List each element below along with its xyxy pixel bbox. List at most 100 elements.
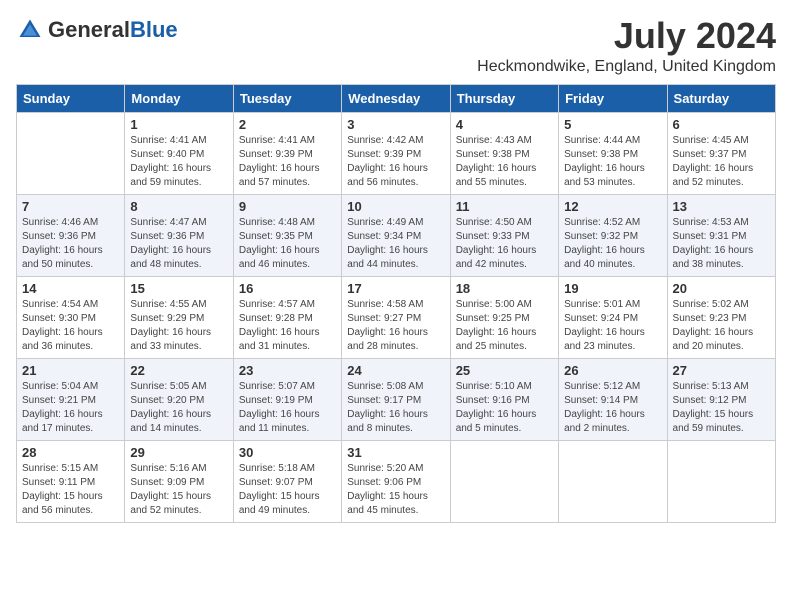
day-number: 29 <box>130 445 227 460</box>
day-number: 24 <box>347 363 444 378</box>
day-info: Sunrise: 5:05 AM Sunset: 9:20 PM Dayligh… <box>130 380 227 436</box>
day-info: Sunrise: 4:49 AM Sunset: 9:34 PM Dayligh… <box>347 216 444 272</box>
calendar-cell: 18Sunrise: 5:00 AM Sunset: 9:25 PM Dayli… <box>450 276 558 358</box>
calendar-cell: 7Sunrise: 4:46 AM Sunset: 9:36 PM Daylig… <box>17 194 125 276</box>
day-number: 17 <box>347 281 444 296</box>
day-info: Sunrise: 4:42 AM Sunset: 9:39 PM Dayligh… <box>347 134 444 190</box>
day-info: Sunrise: 5:15 AM Sunset: 9:11 PM Dayligh… <box>22 462 119 518</box>
day-info: Sunrise: 5:20 AM Sunset: 9:06 PM Dayligh… <box>347 462 444 518</box>
logo: GeneralBlue <box>16 16 178 44</box>
day-number: 30 <box>239 445 336 460</box>
title-area: July 2024 Heckmondwike, England, United … <box>477 16 776 76</box>
day-info: Sunrise: 4:55 AM Sunset: 9:29 PM Dayligh… <box>130 298 227 354</box>
calendar-cell: 29 Sunrise: 5:16 AM Sunset: 9:09 PM Dayli… <box>125 440 233 522</box>
calendar-week-row: 14Sunrise: 4:54 AM Sunset: 9:30 PM Dayli… <box>17 276 776 358</box>
calendar-cell: 14Sunrise: 4:54 AM Sunset: 9:30 PM Dayli… <box>17 276 125 358</box>
calendar-cell <box>17 112 125 194</box>
column-header-tuesday: Tuesday <box>233 84 341 112</box>
day-info: Sunrise: 4:53 AM Sunset: 9:31 PM Dayligh… <box>673 216 770 272</box>
day-info: Sunrise: 4:58 AM Sunset: 9:27 PM Dayligh… <box>347 298 444 354</box>
day-info: Sunrise: 4:44 AM Sunset: 9:38 PM Dayligh… <box>564 134 661 190</box>
day-number: 6 <box>673 117 770 132</box>
calendar-cell: 30 Sunrise: 5:18 AM Sunset: 9:07 PM Dayli… <box>233 440 341 522</box>
day-info: Sunrise: 5:10 AM Sunset: 9:16 PM Dayligh… <box>456 380 553 436</box>
day-number: 21 <box>22 363 119 378</box>
day-info: Sunrise: 5:04 AM Sunset: 9:21 PM Dayligh… <box>22 380 119 436</box>
day-number: 11 <box>456 199 553 214</box>
day-number: 20 <box>673 281 770 296</box>
day-number: 9 <box>239 199 336 214</box>
day-info: Sunrise: 5:02 AM Sunset: 9:23 PM Dayligh… <box>673 298 770 354</box>
calendar-cell: 2 Sunrise: 4:41 AM Sunset: 9:39 PM Daylig… <box>233 112 341 194</box>
day-number: 19 <box>564 281 661 296</box>
calendar-week-row: 21 Sunrise: 5:04 AM Sunset: 9:21 PM Dayli… <box>17 358 776 440</box>
day-number: 3 <box>347 117 444 132</box>
day-info: Sunrise: 5:16 AM Sunset: 9:09 PM Dayligh… <box>130 462 227 518</box>
day-number: 13 <box>673 199 770 214</box>
calendar-cell: 17 Sunrise: 4:58 AM Sunset: 9:27 PM Dayli… <box>342 276 450 358</box>
day-number: 14 <box>22 281 119 296</box>
calendar-week-row: 28 Sunrise: 5:15 AM Sunset: 9:11 PM Dayli… <box>17 440 776 522</box>
calendar-week-row: 7Sunrise: 4:46 AM Sunset: 9:36 PM Daylig… <box>17 194 776 276</box>
calendar-cell: 16 Sunrise: 4:57 AM Sunset: 9:28 PM Dayli… <box>233 276 341 358</box>
logo-general-text: GeneralBlue <box>48 19 178 42</box>
logo-icon <box>16 16 44 44</box>
day-number: 26 <box>564 363 661 378</box>
day-number: 22 <box>130 363 227 378</box>
calendar-cell: 24Sunrise: 5:08 AM Sunset: 9:17 PM Dayli… <box>342 358 450 440</box>
calendar-body: 1 Sunrise: 4:41 AM Sunset: 9:40 PM Daylig… <box>17 112 776 522</box>
calendar-table: SundayMondayTuesdayWednesdayThursdayFrid… <box>16 84 776 523</box>
calendar-cell: 4 Sunrise: 4:43 AM Sunset: 9:38 PM Daylig… <box>450 112 558 194</box>
day-info: Sunrise: 4:43 AM Sunset: 9:38 PM Dayligh… <box>456 134 553 190</box>
calendar-cell <box>667 440 775 522</box>
day-number: 15 <box>130 281 227 296</box>
day-info: Sunrise: 5:18 AM Sunset: 9:07 PM Dayligh… <box>239 462 336 518</box>
calendar-cell: 22 Sunrise: 5:05 AM Sunset: 9:20 PM Dayli… <box>125 358 233 440</box>
calendar-cell: 5 Sunrise: 4:44 AM Sunset: 9:38 PM Daylig… <box>559 112 667 194</box>
calendar-week-row: 1 Sunrise: 4:41 AM Sunset: 9:40 PM Daylig… <box>17 112 776 194</box>
day-number: 5 <box>564 117 661 132</box>
column-header-wednesday: Wednesday <box>342 84 450 112</box>
calendar-cell: 3 Sunrise: 4:42 AM Sunset: 9:39 PM Daylig… <box>342 112 450 194</box>
day-number: 1 <box>130 117 227 132</box>
calendar-cell: 28 Sunrise: 5:15 AM Sunset: 9:11 PM Dayli… <box>17 440 125 522</box>
day-number: 2 <box>239 117 336 132</box>
column-header-monday: Monday <box>125 84 233 112</box>
day-number: 31 <box>347 445 444 460</box>
day-number: 10 <box>347 199 444 214</box>
day-number: 23 <box>239 363 336 378</box>
day-info: Sunrise: 5:07 AM Sunset: 9:19 PM Dayligh… <box>239 380 336 436</box>
day-info: Sunrise: 4:52 AM Sunset: 9:32 PM Dayligh… <box>564 216 661 272</box>
calendar-cell: 10 Sunrise: 4:49 AM Sunset: 9:34 PM Dayli… <box>342 194 450 276</box>
page-header: GeneralBlue July 2024 Heckmondwike, Engl… <box>16 16 776 76</box>
day-number: 4 <box>456 117 553 132</box>
calendar-cell: 15 Sunrise: 4:55 AM Sunset: 9:29 PM Dayli… <box>125 276 233 358</box>
calendar-header-row: SundayMondayTuesdayWednesdayThursdayFrid… <box>17 84 776 112</box>
calendar-cell <box>559 440 667 522</box>
day-info: Sunrise: 4:47 AM Sunset: 9:36 PM Dayligh… <box>130 216 227 272</box>
day-info: Sunrise: 4:41 AM Sunset: 9:39 PM Dayligh… <box>239 134 336 190</box>
calendar-cell: 23 Sunrise: 5:07 AM Sunset: 9:19 PM Dayli… <box>233 358 341 440</box>
calendar-cell: 31 Sunrise: 5:20 AM Sunset: 9:06 PM Dayli… <box>342 440 450 522</box>
calendar-cell: 20 Sunrise: 5:02 AM Sunset: 9:23 PM Dayli… <box>667 276 775 358</box>
column-header-sunday: Sunday <box>17 84 125 112</box>
column-header-friday: Friday <box>559 84 667 112</box>
day-number: 18 <box>456 281 553 296</box>
calendar-cell: 12 Sunrise: 4:52 AM Sunset: 9:32 PM Dayli… <box>559 194 667 276</box>
day-info: Sunrise: 4:41 AM Sunset: 9:40 PM Dayligh… <box>130 134 227 190</box>
day-info: Sunrise: 4:48 AM Sunset: 9:35 PM Dayligh… <box>239 216 336 272</box>
calendar-cell: 6 Sunrise: 4:45 AM Sunset: 9:37 PM Daylig… <box>667 112 775 194</box>
calendar-cell: 13 Sunrise: 4:53 AM Sunset: 9:31 PM Dayli… <box>667 194 775 276</box>
day-number: 25 <box>456 363 553 378</box>
column-header-saturday: Saturday <box>667 84 775 112</box>
day-info: Sunrise: 4:45 AM Sunset: 9:37 PM Dayligh… <box>673 134 770 190</box>
day-number: 28 <box>22 445 119 460</box>
calendar-cell: 8Sunrise: 4:47 AM Sunset: 9:36 PM Daylig… <box>125 194 233 276</box>
day-info: Sunrise: 4:46 AM Sunset: 9:36 PM Dayligh… <box>22 216 119 272</box>
day-info: Sunrise: 4:57 AM Sunset: 9:28 PM Dayligh… <box>239 298 336 354</box>
day-number: 27 <box>673 363 770 378</box>
day-number: 16 <box>239 281 336 296</box>
calendar-cell: 26Sunrise: 5:12 AM Sunset: 9:14 PM Dayli… <box>559 358 667 440</box>
day-info: Sunrise: 4:50 AM Sunset: 9:33 PM Dayligh… <box>456 216 553 272</box>
day-number: 12 <box>564 199 661 214</box>
